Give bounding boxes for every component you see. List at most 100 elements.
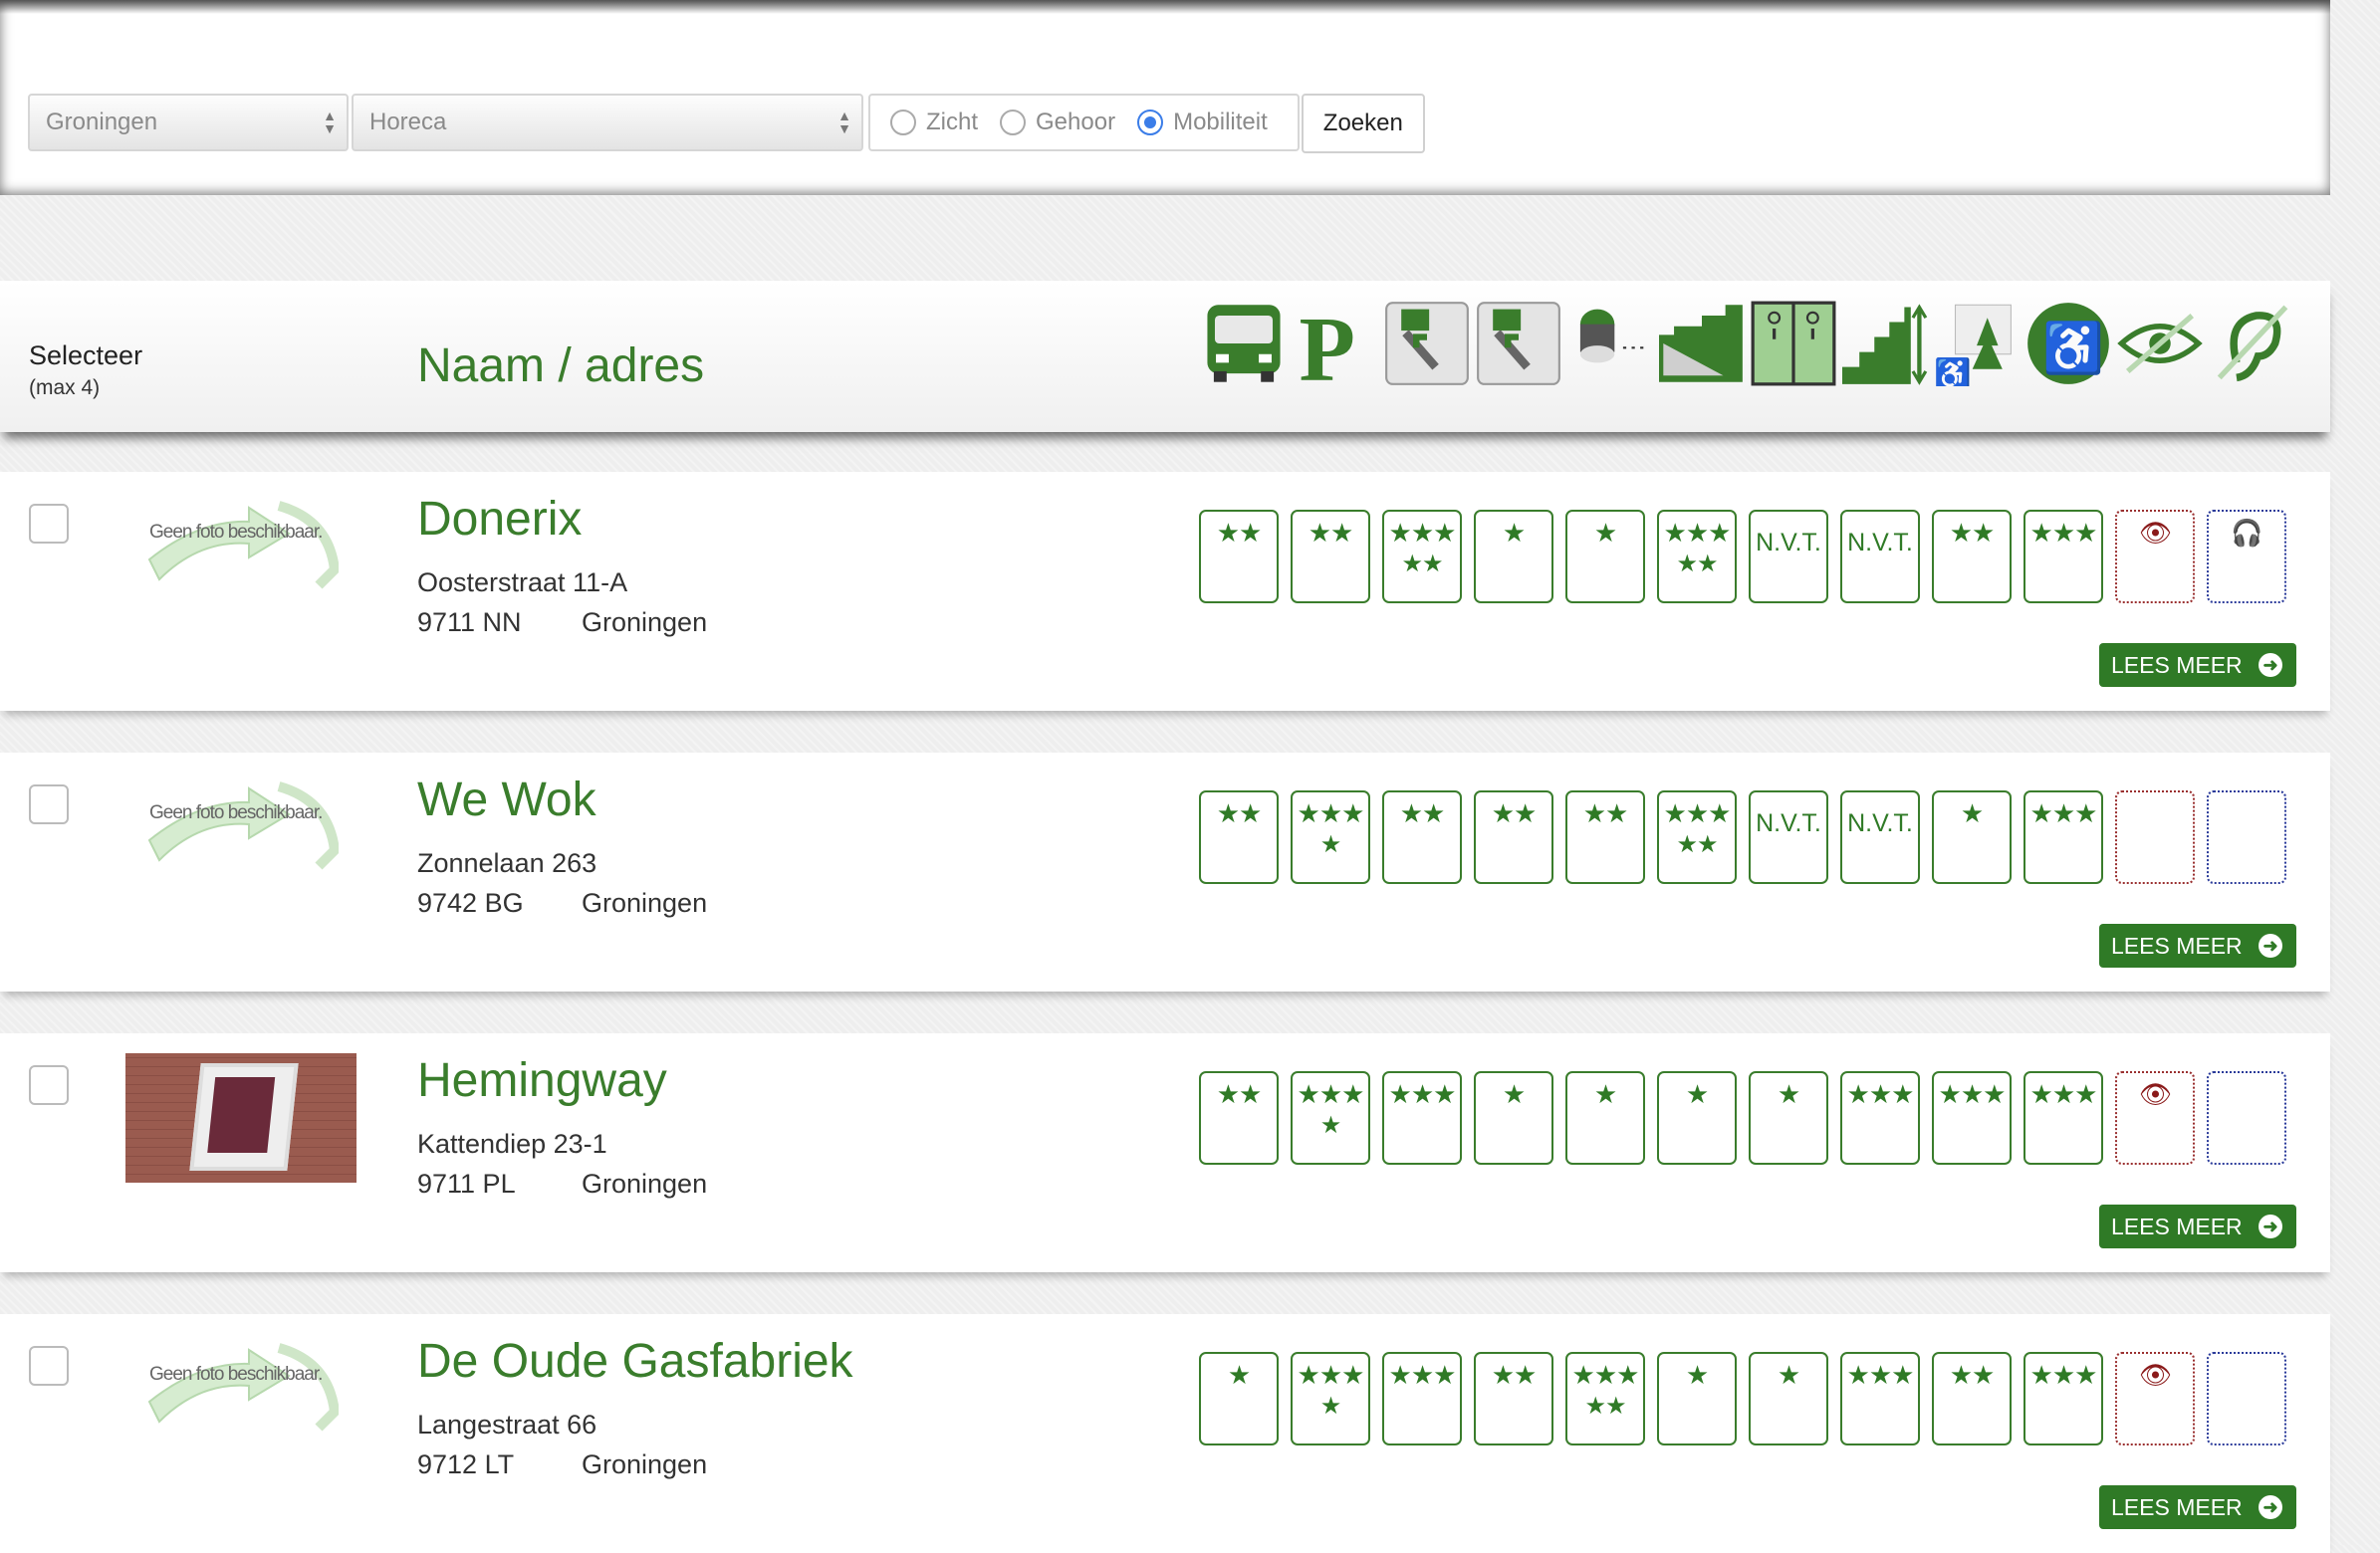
category-select-value: Horeca: [369, 109, 447, 135]
radio-label-zicht: Zicht: [926, 109, 979, 135]
filter-bar: Groningen ▲ ▼ Horeca ▲ ▼ Zicht Gehoor Mobi…: [28, 94, 1425, 155]
sight-rating-box: 👁: [2115, 510, 2195, 603]
venue-card: Hemingway Kattendiep 23-1 9711 PL Gronin…: [0, 1033, 2330, 1272]
rating-box: ★★★ ★: [1291, 1352, 1370, 1445]
rating-box: ★★: [1199, 1071, 1279, 1165]
rating-stars-second-line: ★★: [1676, 551, 1718, 577]
rating-stars-second-line: ★: [1319, 1112, 1341, 1139]
venue-postal-code: 9711 NN: [417, 607, 522, 637]
venue-city: Groningen: [582, 607, 708, 637]
placeholder-text: Geen foto beschikbaar.: [149, 522, 323, 543]
read-more-button[interactable]: LEES MEER ➜: [2099, 643, 2296, 687]
rating-box: ★★: [1474, 1352, 1553, 1445]
rating-row: ★★ ★★★ ★ ★★★ ★ ★ ★ ★ ★★★ ★★★ ★★★ 👁: [1199, 1071, 2298, 1165]
radio-label-gehoor: Gehoor: [1036, 109, 1116, 135]
rating-box: ★★★: [1840, 1352, 1920, 1445]
sight-rating-box: 👁: [2115, 1071, 2195, 1165]
venue-street: Langestraat 66: [417, 1410, 597, 1440]
rating-stars-second-line: ★★: [1401, 551, 1443, 577]
select-checkbox[interactable]: [29, 504, 69, 544]
rating-stars: ★★★: [1388, 1079, 1457, 1109]
rating-box: ★: [1565, 1071, 1645, 1165]
rating-stars: ★: [1227, 1360, 1251, 1390]
city-select[interactable]: Groningen ▲ ▼: [28, 94, 349, 151]
hearing-rating-box: [2207, 1071, 2286, 1165]
rating-stars: ★: [1960, 798, 1984, 828]
rating-stars: ★★★: [1388, 1360, 1457, 1390]
wheelchair-icon: ♿: [2023, 299, 2113, 388]
venue-city: Groningen: [582, 1169, 708, 1199]
rating-box: ★★★ ★★: [1565, 1352, 1645, 1445]
venue-photo-placeholder[interactable]: Geen foto beschikbaar.: [125, 492, 357, 619]
rating-stars: ★★★: [2029, 1079, 2098, 1109]
rating-stars: N.V.T.: [1756, 529, 1821, 556]
rating-stars: ★: [1593, 1079, 1617, 1109]
venue-name[interactable]: De Oude Gasfabriek: [417, 1334, 853, 1389]
rating-box: ★★★: [1382, 1352, 1462, 1445]
hearing-rating-box: 🎧: [2207, 510, 2286, 603]
rating-stars: ★★★: [1663, 798, 1732, 828]
rating-box: ★★: [1565, 790, 1645, 884]
criteria-icon-row: P ♿ ♿: [1199, 299, 2298, 388]
radio-zicht[interactable]: [890, 110, 916, 135]
rating-box: ★★: [1199, 790, 1279, 884]
rating-row: ★★ ★★★ ★ ★★ ★★ ★★ ★★★ ★★ N.V.T. N.V.T. ★ ★★★: [1199, 790, 2298, 884]
rating-stars: ★★★: [1846, 1360, 1915, 1390]
rating-stars: ★★: [1491, 1360, 1538, 1390]
venue-name[interactable]: We Wok: [417, 773, 596, 827]
elevator-icon: [1749, 299, 1838, 388]
venue-photo[interactable]: [125, 1053, 357, 1183]
results-header: Selecteer (max 4) Naam / adres P ♿ ♿: [0, 281, 2330, 432]
venue-photo-placeholder[interactable]: Geen foto beschikbaar.: [125, 1334, 357, 1461]
doorbell-icon: [1565, 299, 1655, 388]
rating-stars: ★★★: [1938, 1079, 2007, 1109]
city-select-value: Groningen: [46, 109, 158, 135]
toilet-outdoor-icon: ♿: [1932, 299, 2022, 388]
venue-name[interactable]: Hemingway: [417, 1053, 667, 1108]
placeholder-arrow-icon: [147, 501, 339, 589]
rating-box: ★★★: [2023, 1071, 2103, 1165]
rating-box: ★★★ ★★: [1382, 510, 1462, 603]
rating-stars: ★★: [1949, 518, 1996, 548]
rating-stars: ★: [1593, 518, 1617, 548]
rating-row: ★ ★★★ ★ ★★★ ★★ ★★★ ★★ ★ ★ ★★★ ★★ ★★★ 👁: [1199, 1352, 2298, 1445]
category-select[interactable]: Horeca ▲ ▼: [352, 94, 863, 151]
rating-box: ★: [1749, 1352, 1828, 1445]
rating-stars: ★★: [1308, 518, 1354, 548]
search-button[interactable]: Zoeken: [1301, 94, 1425, 153]
radio-mobiliteit[interactable]: [1137, 110, 1164, 135]
rating-stars: ★★★: [1297, 798, 1365, 828]
radio-gehoor[interactable]: [1000, 110, 1027, 135]
rating-box: ★★★: [1932, 1071, 2012, 1165]
rating-stars-second-line: ★★: [1584, 1393, 1626, 1420]
rating-box: ★: [1199, 1352, 1279, 1445]
rating-box: N.V.T.: [1840, 790, 1920, 884]
read-more-button[interactable]: LEES MEER ➜: [2099, 924, 2296, 968]
venue-street: Oosterstraat 11-A: [417, 567, 628, 597]
rating-stars: ★★★: [1297, 1360, 1365, 1390]
svg-text:♿: ♿: [1934, 356, 1971, 386]
placeholder-arrow-icon: [147, 1343, 339, 1432]
venue-city: Groningen: [582, 888, 708, 918]
select-checkbox[interactable]: [29, 1065, 69, 1105]
rating-box: N.V.T.: [1749, 790, 1828, 884]
select-checkbox[interactable]: [29, 784, 69, 824]
venue-photo-placeholder[interactable]: Geen foto beschikbaar.: [125, 773, 357, 900]
filter-panel: Groningen ▲ ▼ Horeca ▲ ▼ Zicht Gehoor Mobi…: [0, 0, 2330, 195]
read-more-button[interactable]: LEES MEER ➜: [2099, 1485, 2296, 1529]
rating-stars: ★: [1685, 1079, 1709, 1109]
eye-icon: [2115, 299, 2205, 388]
rating-box: ★★★: [2023, 790, 2103, 884]
rating-box: ★★★: [1840, 1071, 1920, 1165]
rating-stars-second-line: ★★: [1676, 831, 1718, 858]
rating-stars: ★: [1777, 1079, 1800, 1109]
rating-stars: ★★: [1399, 798, 1446, 828]
venue-postal-code: 9742 BG: [417, 888, 524, 918]
venue-name[interactable]: Donerix: [417, 492, 582, 547]
select-checkbox[interactable]: [29, 1346, 69, 1386]
sight-rating-box: 👁: [2115, 1352, 2195, 1445]
rating-box: N.V.T.: [1840, 510, 1920, 603]
sight-rating-box: [2115, 790, 2195, 884]
rating-stars: ★★: [1949, 1360, 1996, 1390]
read-more-button[interactable]: LEES MEER ➜: [2099, 1205, 2296, 1248]
